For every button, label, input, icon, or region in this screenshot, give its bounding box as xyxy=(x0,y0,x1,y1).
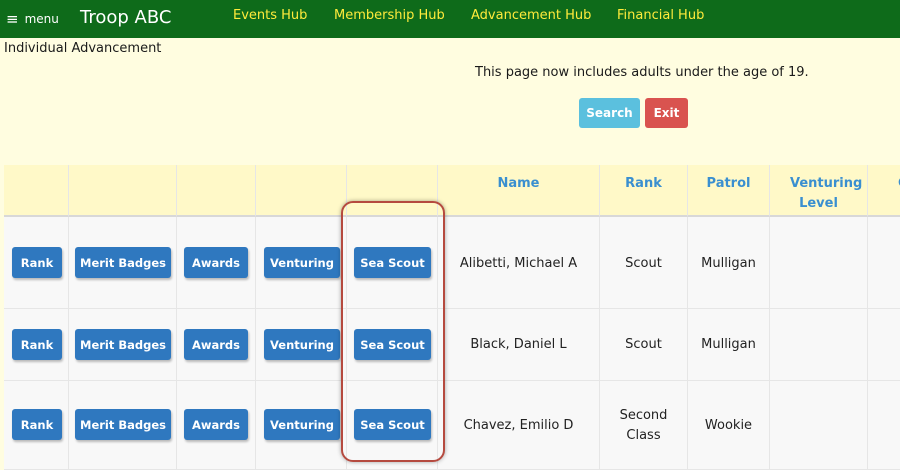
nav-events-hub[interactable]: Events Hub xyxy=(233,8,307,23)
header-cell-empty xyxy=(69,165,177,217)
table-row-cell: Awards xyxy=(177,217,256,309)
awards-button[interactable]: Awards xyxy=(184,329,248,360)
rank-button[interactable]: Rank xyxy=(12,247,62,278)
header-cell-empty xyxy=(4,165,69,217)
member-name: Chavez, Emilio D xyxy=(463,418,574,433)
header-patrol[interactable]: Patrol xyxy=(688,165,770,217)
table-row-cell: Rank xyxy=(4,217,69,309)
awards-button[interactable]: Awards xyxy=(184,409,248,440)
venturing-button[interactable]: Venturing xyxy=(264,409,340,440)
table-row-cell: Rank xyxy=(4,381,69,470)
table-row-venturing xyxy=(770,381,868,470)
exit-button[interactable]: Exit xyxy=(645,98,688,128)
header-rank-label: Rank xyxy=(625,176,662,191)
rank-button[interactable]: Rank xyxy=(12,409,62,440)
troop-name: Troop ABC xyxy=(80,7,172,28)
rank-button[interactable]: Rank xyxy=(12,329,62,360)
venturing-button[interactable]: Venturing xyxy=(264,247,340,278)
table-row-cell: Venturing xyxy=(256,309,347,381)
table-row-truncated xyxy=(868,217,900,309)
table-row-venturing xyxy=(770,309,868,381)
nav-advancement-hub[interactable]: Advancement Hub xyxy=(471,8,591,23)
nav-financial-hub[interactable]: Financial Hub xyxy=(617,8,704,23)
nav-membership-hub[interactable]: Membership Hub xyxy=(334,8,445,23)
header-cell-empty xyxy=(177,165,256,217)
merit-badges-button[interactable]: Merit Badges xyxy=(75,329,171,360)
member-rank: Scout xyxy=(625,256,662,271)
header-name-label: Name xyxy=(497,176,540,191)
advancement-table: Name Rank Patrol Venturing Level C Rank … xyxy=(4,165,900,470)
table-row-cell: Sea Scout xyxy=(347,309,438,381)
table-row-rank: Scout xyxy=(600,217,688,309)
sea-scout-button[interactable]: Sea Scout xyxy=(354,409,431,440)
notice-text: This page now includes adults under the … xyxy=(475,65,809,80)
table-row-name: Black, Daniel L xyxy=(438,309,600,381)
table-row-cell: Sea Scout xyxy=(347,381,438,470)
member-rank: Scout xyxy=(625,337,662,352)
header-venturing-level-label: Venturing Level xyxy=(790,176,863,211)
sea-scout-button[interactable]: Sea Scout xyxy=(354,247,431,278)
top-navigation-bar: ≡ menu Troop ABC Events Hub Membership H… xyxy=(0,0,900,38)
sea-scout-button[interactable]: Sea Scout xyxy=(354,329,431,360)
member-patrol: Mulligan xyxy=(701,256,756,271)
member-patrol: Wookie xyxy=(704,418,753,433)
hamburger-icon: ≡ xyxy=(6,9,19,28)
header-cell-empty xyxy=(347,165,438,217)
table-row-cell: Merit Badges xyxy=(69,381,177,470)
table-row-rank: Second Class xyxy=(600,381,688,470)
header-truncated[interactable]: C xyxy=(868,165,900,217)
venturing-button[interactable]: Venturing xyxy=(264,329,340,360)
merit-badges-button[interactable]: Merit Badges xyxy=(75,247,171,278)
table-row-cell: Venturing xyxy=(256,217,347,309)
table-row-truncated xyxy=(868,381,900,470)
table-row-patrol: Wookie xyxy=(688,381,770,470)
table-row-patrol: Mulligan xyxy=(688,309,770,381)
header-name[interactable]: Name xyxy=(438,165,600,217)
table-row-patrol: Mulligan xyxy=(688,217,770,309)
member-name: Alibetti, Michael A xyxy=(459,256,578,271)
table-row-cell: Rank xyxy=(4,309,69,381)
search-button[interactable]: Search xyxy=(579,98,640,128)
header-cell-empty xyxy=(256,165,347,217)
member-patrol: Mulligan xyxy=(701,337,756,352)
menu-button[interactable]: ≡ menu xyxy=(6,9,59,29)
table-row-venturing xyxy=(770,217,868,309)
table-row-cell: Merit Badges xyxy=(69,217,177,309)
table-row-cell: Awards xyxy=(177,381,256,470)
table-row-rank: Scout xyxy=(600,309,688,381)
table-row-cell: Awards xyxy=(177,309,256,381)
header-venturing-level[interactable]: Venturing Level xyxy=(770,165,868,217)
menu-label: menu xyxy=(24,12,59,26)
member-rank: Second Class xyxy=(619,408,668,443)
header-rank[interactable]: Rank xyxy=(600,165,688,217)
page-title: Individual Advancement xyxy=(4,41,162,56)
table-row-cell: Sea Scout xyxy=(347,217,438,309)
table-row-name: Alibetti, Michael A xyxy=(438,217,600,309)
table-row-cell: Venturing xyxy=(256,381,347,470)
member-name: Black, Daniel L xyxy=(470,337,567,352)
table-row-cell: Merit Badges xyxy=(69,309,177,381)
header-patrol-label: Patrol xyxy=(706,176,751,191)
table-row-name: Chavez, Emilio D xyxy=(438,381,600,470)
awards-button[interactable]: Awards xyxy=(184,247,248,278)
table-row-truncated xyxy=(868,309,900,381)
merit-badges-button[interactable]: Merit Badges xyxy=(75,409,171,440)
